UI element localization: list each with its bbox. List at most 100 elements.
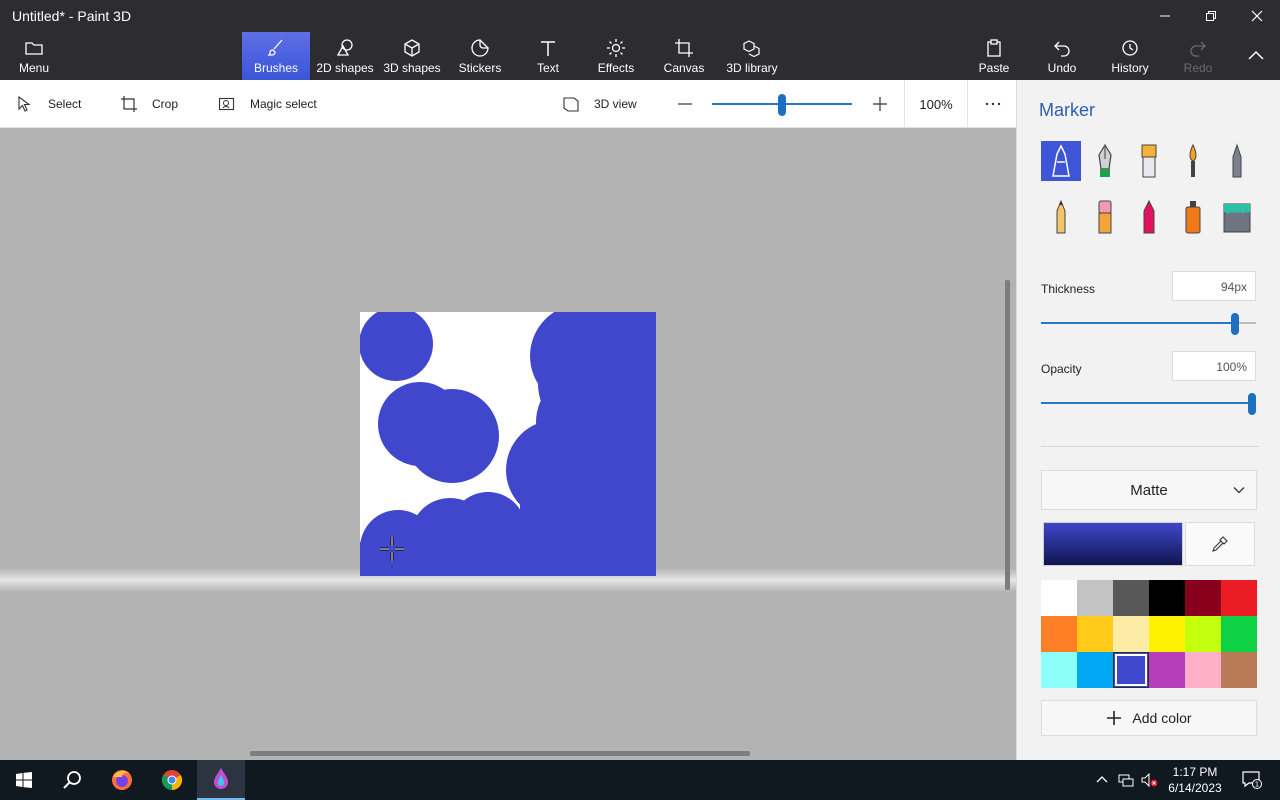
- paint-3d-taskbar-button[interactable]: [197, 760, 245, 800]
- opacity-slider[interactable]: [1041, 393, 1256, 415]
- tab-effects[interactable]: Effects: [592, 32, 640, 80]
- select-tool[interactable]: Select: [16, 80, 81, 128]
- eraser-brush[interactable]: [1085, 197, 1125, 237]
- tab-stickers[interactable]: Stickers: [452, 32, 508, 80]
- menu-button[interactable]: Menu: [10, 32, 58, 80]
- workspace[interactable]: [0, 128, 1016, 760]
- brush-panel: Marker Thickness 94px Opacity 100% Matte…: [1016, 80, 1280, 760]
- thickness-slider[interactable]: [1041, 313, 1256, 335]
- thickness-input[interactable]: 94px: [1172, 271, 1256, 301]
- tab-2d-shapes[interactable]: 2D shapes: [313, 32, 377, 80]
- color-swatch[interactable]: [1077, 616, 1113, 652]
- material-dropdown[interactable]: Matte: [1041, 470, 1257, 510]
- horizontal-scrollbar[interactable]: [250, 751, 750, 756]
- current-color-swatch[interactable]: [1043, 522, 1183, 566]
- magic-select-tool[interactable]: Magic select: [218, 80, 317, 128]
- watercolor-brush[interactable]: [1173, 141, 1213, 181]
- zoom-percent[interactable]: 100%: [904, 80, 968, 128]
- chevron-up-icon: [1096, 776, 1108, 783]
- color-swatch[interactable]: [1221, 652, 1257, 688]
- search-button[interactable]: [48, 760, 96, 800]
- network-button[interactable]: [1114, 760, 1138, 800]
- pencil-brush[interactable]: [1041, 197, 1081, 237]
- crayon-brush[interactable]: [1129, 197, 1169, 237]
- color-swatch[interactable]: [1149, 652, 1185, 688]
- color-swatch[interactable]: [1185, 580, 1221, 616]
- firefox-button[interactable]: [98, 760, 146, 800]
- show-hidden-icons-button[interactable]: [1090, 760, 1114, 800]
- 3d-view-toggle[interactable]: 3D view: [562, 80, 637, 128]
- effects-icon: [607, 39, 625, 57]
- color-swatch[interactable]: [1041, 580, 1077, 616]
- minus-icon: [678, 103, 692, 105]
- undo-button[interactable]: Undo: [1040, 32, 1084, 80]
- collapse-ribbon-button[interactable]: [1236, 32, 1276, 80]
- redo-button[interactable]: Redo: [1176, 32, 1220, 80]
- windows-logo-icon: [16, 772, 32, 788]
- zoom-thumb[interactable]: [778, 94, 786, 116]
- calligraphy-pen-brush[interactable]: [1085, 141, 1125, 181]
- paste-button[interactable]: Paste: [972, 32, 1016, 80]
- tab-brushes[interactable]: Brushes: [242, 32, 310, 80]
- tool-bar: Select Crop Magic select 3D view 100%: [0, 80, 1016, 128]
- notifications-icon: 1: [1242, 771, 1262, 789]
- history-icon: [1122, 40, 1138, 56]
- more-options-button[interactable]: [984, 80, 1002, 128]
- color-swatch[interactable]: [1113, 652, 1149, 688]
- eyedropper-button[interactable]: [1185, 522, 1255, 566]
- opacity-label: Opacity: [1041, 362, 1082, 376]
- start-button[interactable]: [0, 760, 48, 800]
- fill-bucket-brush[interactable]: [1217, 197, 1257, 237]
- tab-canvas[interactable]: Canvas: [660, 32, 708, 80]
- color-swatch[interactable]: [1149, 616, 1185, 652]
- 2d-shapes-icon: [336, 39, 353, 56]
- opacity-thumb[interactable]: [1248, 393, 1256, 415]
- spray-can-icon: [1185, 201, 1201, 234]
- color-swatch[interactable]: [1077, 580, 1113, 616]
- opacity-input[interactable]: 100%: [1172, 351, 1256, 381]
- volume-button[interactable]: [1138, 760, 1162, 800]
- history-button[interactable]: History: [1106, 32, 1154, 80]
- zoom-in-button[interactable]: [871, 80, 889, 128]
- color-swatch[interactable]: [1041, 616, 1077, 652]
- 3d-view-label: 3D view: [594, 97, 637, 111]
- zoom-out-button[interactable]: [676, 80, 694, 128]
- tab-label: Text: [536, 61, 559, 75]
- color-swatch[interactable]: [1041, 652, 1077, 688]
- firefox-icon: [112, 770, 132, 790]
- notifications-button[interactable]: 1: [1232, 760, 1272, 800]
- marker-brush[interactable]: [1041, 141, 1081, 181]
- color-swatch[interactable]: [1149, 580, 1185, 616]
- add-color-button[interactable]: Add color: [1041, 700, 1257, 736]
- search-icon: [63, 771, 81, 789]
- tab-label: 3D shapes: [383, 61, 441, 75]
- close-button[interactable]: [1234, 0, 1280, 32]
- restore-button[interactable]: [1188, 0, 1234, 32]
- zoom-slider[interactable]: [712, 94, 852, 116]
- close-icon: [1251, 10, 1263, 22]
- chrome-button[interactable]: [148, 760, 196, 800]
- paste-label: Paste: [978, 61, 1010, 75]
- minimize-button[interactable]: [1142, 0, 1188, 32]
- material-value: Matte: [1130, 481, 1168, 499]
- tab-3d-library[interactable]: 3D library: [722, 32, 782, 80]
- tab-text[interactable]: Text: [526, 32, 570, 80]
- color-swatch[interactable]: [1077, 652, 1113, 688]
- color-swatch[interactable]: [1221, 580, 1257, 616]
- thickness-thumb[interactable]: [1231, 313, 1239, 335]
- color-swatch[interactable]: [1113, 616, 1149, 652]
- oil-brush[interactable]: [1129, 141, 1169, 181]
- vertical-scrollbar[interactable]: [1005, 280, 1010, 590]
- color-swatch[interactable]: [1185, 652, 1221, 688]
- tab-3d-shapes[interactable]: 3D shapes: [380, 32, 444, 80]
- color-swatch[interactable]: [1221, 616, 1257, 652]
- spray-can-brush[interactable]: [1173, 197, 1213, 237]
- color-swatch[interactable]: [1185, 616, 1221, 652]
- pixel-pen-brush[interactable]: [1217, 141, 1257, 181]
- system-clock[interactable]: 1:17 PM 6/14/2023: [1160, 764, 1230, 796]
- tab-label: Brushes: [253, 61, 299, 75]
- crop-tool[interactable]: Crop: [120, 80, 178, 128]
- plus-icon: [1107, 711, 1122, 725]
- color-swatch[interactable]: [1113, 580, 1149, 616]
- select-label: Select: [48, 97, 82, 111]
